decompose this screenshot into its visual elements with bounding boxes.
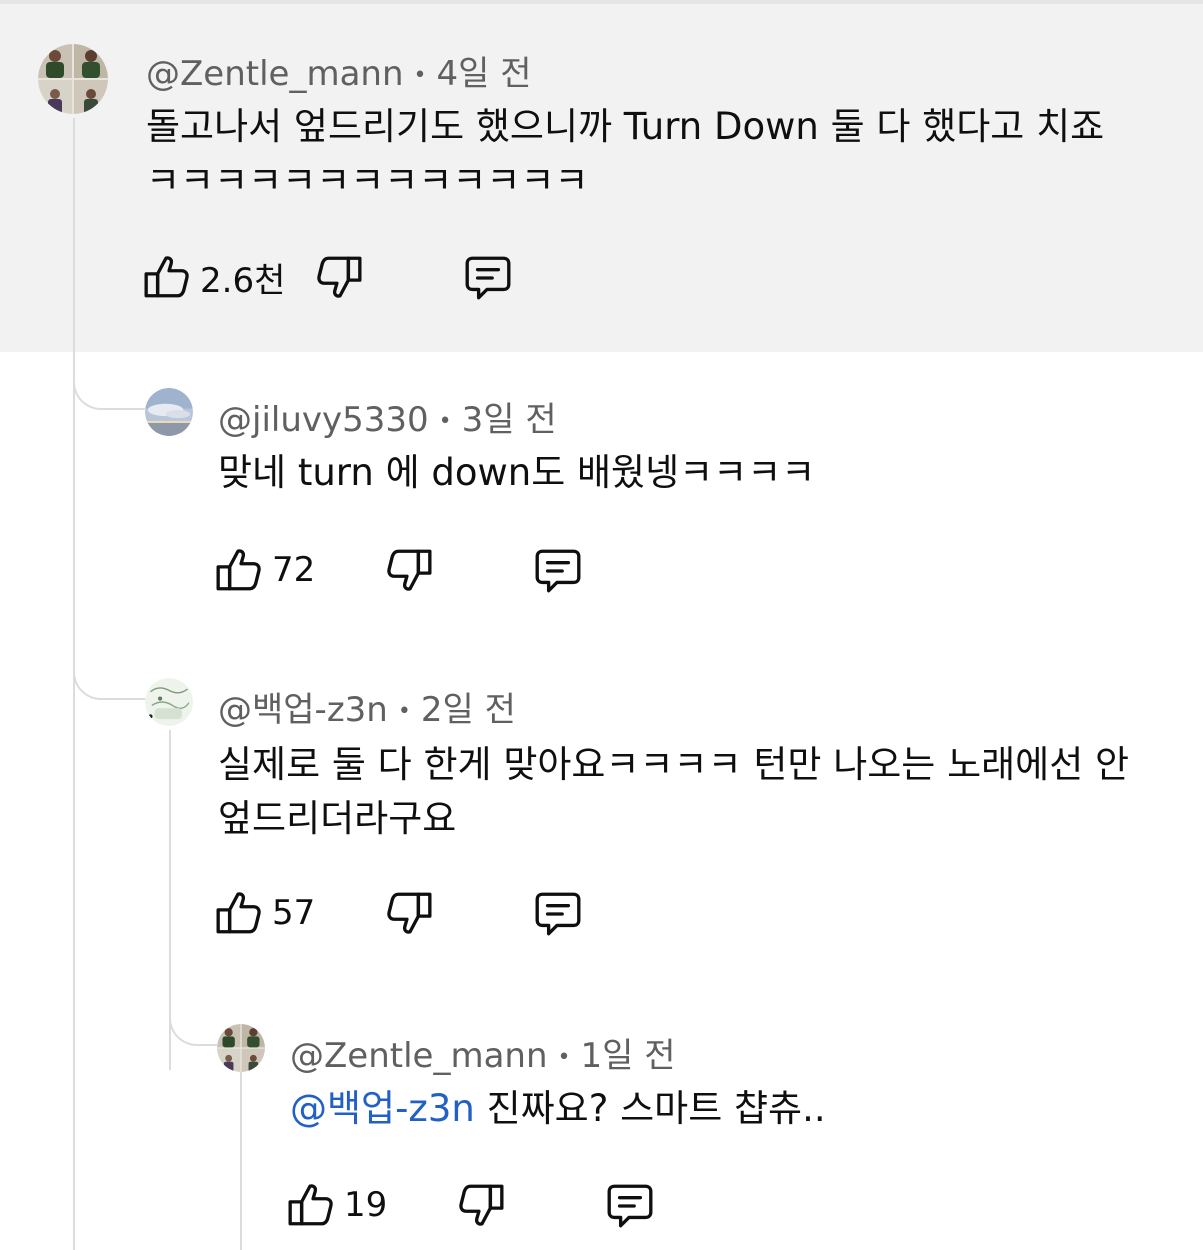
timestamp[interactable]: 1일 전 [581, 1036, 676, 1076]
timestamp[interactable]: 4일 전 [437, 54, 532, 94]
meta-separator: • [557, 1045, 571, 1070]
thumbs-down-icon [387, 549, 432, 591]
comment-actions: 72 [214, 545, 614, 605]
dislike-button[interactable] [456, 1180, 506, 1230]
reply-button[interactable] [462, 252, 514, 304]
reply-icon [465, 256, 511, 300]
avatar[interactable] [217, 1024, 265, 1072]
comment-meta: @Zentle_mann • 1일 전 [290, 1028, 676, 1077]
reply-comment: @백업-z3n • 2일 전 실제로 둘 다 한게 맞아요ㅋㅋㅋㅋ 턴만 나오는 노… [0, 642, 1203, 1012]
like-button[interactable]: 72 [214, 545, 315, 595]
dislike-button[interactable] [314, 252, 364, 302]
comment-meta: @백업-z3n • 2일 전 [218, 682, 516, 731]
comment-text-line-2: 엎드리더라구요 [218, 797, 457, 840]
thumbs-up-icon [288, 1184, 333, 1226]
comment-meta: @jiluvy5330 • 3일 전 [218, 392, 557, 441]
like-count: 19 [344, 1185, 388, 1225]
comment-meta: @Zentle_mann • 4일 전 [146, 46, 532, 95]
timestamp[interactable]: 3일 전 [462, 400, 557, 440]
comment-top: @Zentle_mann • 4일 전 돌고나서 엎드리기도 했으니까 Turn D… [0, 0, 1203, 352]
avatar[interactable] [145, 678, 193, 726]
timestamp[interactable]: 2일 전 [421, 690, 516, 730]
thumbs-up-icon [216, 892, 261, 934]
dislike-button[interactable] [384, 545, 434, 595]
meta-separator: • [397, 699, 411, 724]
comment-actions: 2.6천 [142, 252, 542, 312]
like-count: 72 [272, 550, 316, 590]
mention-link[interactable]: @백업-z3n [290, 1087, 475, 1130]
comment-text-line-1: 진짜요? 스마트 챱츄.. [474, 1087, 826, 1130]
meta-separator: • [413, 63, 427, 88]
comment-text-line-1: 맞네 turn 에 down도 배웠넹ㅋㅋㅋㅋ [218, 451, 816, 494]
reply-button[interactable] [532, 545, 584, 597]
thumbs-up-icon [144, 256, 189, 298]
comment-text-line-1: 실제로 둘 다 한게 맞아요ㅋㅋㅋㅋ 턴만 나오는 노래에선 안 [218, 743, 1130, 786]
comment-actions: 57 [214, 888, 614, 948]
dislike-button[interactable] [384, 888, 434, 938]
comment-text: 돌고나서 엎드리기도 했으니까 Turn Down 둘 다 했다고 치죠 ㅋㅋㅋ… [146, 100, 1186, 208]
author-name[interactable]: @Zentle_mann [290, 1036, 548, 1076]
comment-text: 실제로 둘 다 한게 맞아요ㅋㅋㅋㅋ 턴만 나오는 노래에선 안 엎드리더라구요 [218, 738, 1198, 846]
author-name[interactable]: @백업-z3n [218, 690, 388, 730]
author-name[interactable]: @Zentle_mann [146, 54, 404, 94]
meta-separator: • [438, 409, 452, 434]
comment-text: @백업-z3n 진짜요? 스마트 챱츄.. [290, 1082, 1190, 1136]
like-button[interactable]: 19 [286, 1180, 387, 1230]
avatar[interactable] [145, 388, 193, 436]
like-button[interactable]: 2.6천 [142, 252, 285, 302]
author-name[interactable]: @jiluvy5330 [218, 400, 429, 440]
comment-text-line-2: ㅋㅋㅋㅋㅋㅋㅋㅋㅋㅋㅋㅋㅋ [146, 159, 589, 202]
thumbs-down-icon [317, 256, 362, 298]
avatar[interactable] [38, 44, 108, 114]
thumbs-up-icon [216, 549, 261, 591]
reply-icon [535, 549, 581, 593]
comment-text-line-1: 돌고나서 엎드리기도 했으니까 Turn Down 둘 다 했다고 치죠 [146, 105, 1105, 148]
thumbs-down-icon [387, 892, 432, 934]
reply-button[interactable] [604, 1180, 656, 1232]
like-count: 57 [272, 893, 316, 933]
comment-actions: 19 [286, 1180, 686, 1240]
reply-icon [535, 892, 581, 936]
comment-text: 맞네 turn 에 down도 배웠넹ㅋㅋㅋㅋ [218, 446, 1178, 500]
reply-button[interactable] [532, 888, 584, 940]
reply-icon [607, 1184, 653, 1228]
like-button[interactable]: 57 [214, 888, 315, 938]
reply-comment: @Zentle_mann • 1일 전 @백업-z3n 진짜요? 스마트 챱츄.. … [0, 1012, 1203, 1250]
thumbs-down-icon [459, 1184, 504, 1226]
reply-comment: @jiluvy5330 • 3일 전 맞네 turn 에 down도 배웠넹ㅋㅋㅋㅋ… [0, 352, 1203, 642]
like-count: 2.6천 [200, 260, 286, 301]
